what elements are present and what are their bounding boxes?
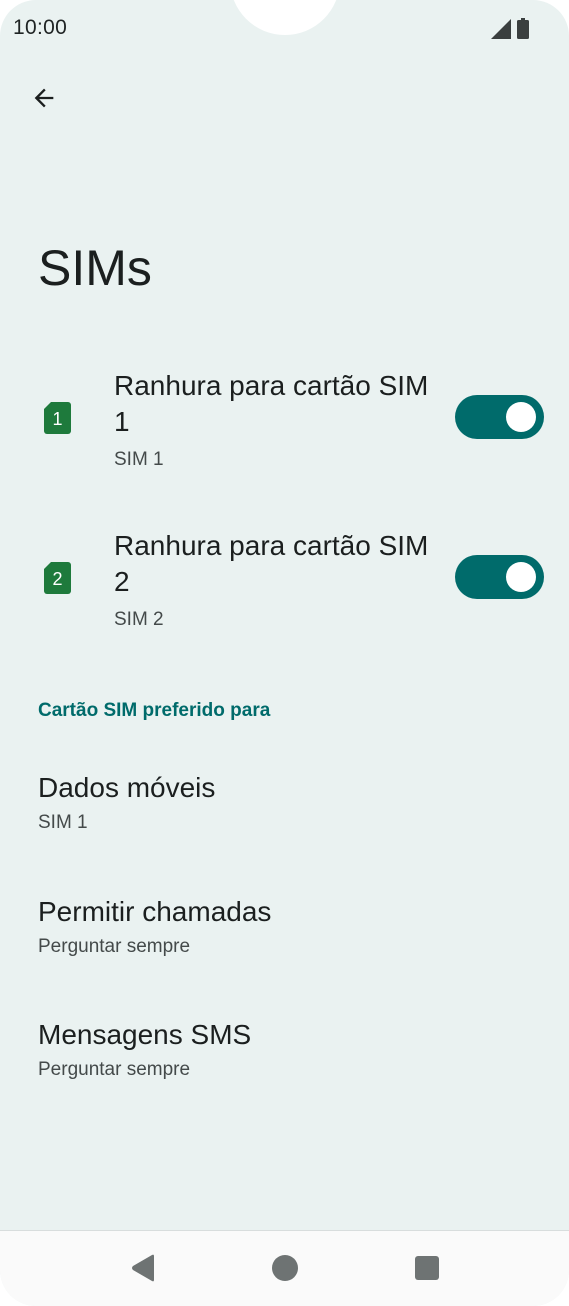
- calls-preference[interactable]: Permitir chamadas Perguntar sempre: [0, 890, 569, 1000]
- navigation-bar: [0, 1230, 569, 1306]
- sim-slot-1-texts: Ranhura para cartão SIM 1 SIM 1: [114, 368, 434, 474]
- nav-home-icon: [272, 1255, 298, 1281]
- mobile-data-preference[interactable]: Dados móveis SIM 1: [0, 766, 569, 876]
- sim-slot-1-toggle[interactable]: [455, 395, 544, 439]
- toggle-knob: [506, 402, 536, 432]
- sim-card-2-badge: 2: [52, 569, 62, 589]
- sim-card-1-badge: 1: [52, 409, 62, 429]
- status-icons: [491, 18, 529, 39]
- arrow-left-icon: [34, 88, 54, 108]
- phone-screen: 10:00 SIMs 1 Ranhura para cartão SIM 1 S…: [0, 0, 569, 1306]
- nav-recents-button[interactable]: [412, 1253, 442, 1283]
- battery-icon: [517, 18, 529, 39]
- mobile-data-title: Dados móveis: [38, 772, 216, 803]
- sim-slot-2-subtitle: SIM 2: [114, 609, 164, 630]
- sim-slot-2-row[interactable]: 2 Ranhura para cartão SIM 2 SIM 2: [0, 520, 569, 660]
- sim-slot-1-row[interactable]: 1 Ranhura para cartão SIM 1 SIM 1: [0, 360, 569, 500]
- status-time: 10:00: [13, 16, 68, 39]
- sms-value: Perguntar sempre: [38, 1059, 191, 1080]
- calls-value: Perguntar sempre: [38, 936, 191, 957]
- sim-slot-2-title: Ranhura para cartão SIM 2: [114, 530, 429, 597]
- signal-icon: [491, 19, 511, 39]
- mobile-data-value: SIM 1: [38, 812, 88, 833]
- nav-home-button[interactable]: [270, 1253, 300, 1283]
- preferred-sim-header: Cartão SIM preferido para: [38, 700, 271, 721]
- nav-back-icon: [132, 1254, 154, 1282]
- camera-notch: [230, 0, 340, 35]
- page-title: SIMs: [38, 240, 152, 296]
- status-bar: 10:00: [0, 0, 569, 60]
- toggle-knob: [506, 562, 536, 592]
- nav-recents-icon: [415, 1256, 439, 1280]
- sms-title: Mensagens SMS: [38, 1019, 252, 1050]
- sim-card-2-icon: 2: [44, 562, 71, 594]
- sim-slot-1-title: Ranhura para cartão SIM 1: [114, 370, 429, 437]
- sim-slot-2-toggle[interactable]: [455, 555, 544, 599]
- sms-preference[interactable]: Mensagens SMS Perguntar sempre: [0, 1013, 569, 1123]
- sim-slot-1-subtitle: SIM 1: [114, 449, 164, 470]
- nav-back-button[interactable]: [128, 1253, 158, 1283]
- calls-title: Permitir chamadas: [38, 896, 272, 927]
- sim-card-1-icon: 1: [44, 402, 71, 434]
- sim-slot-2-texts: Ranhura para cartão SIM 2 SIM 2: [114, 528, 434, 634]
- back-button[interactable]: [22, 76, 66, 120]
